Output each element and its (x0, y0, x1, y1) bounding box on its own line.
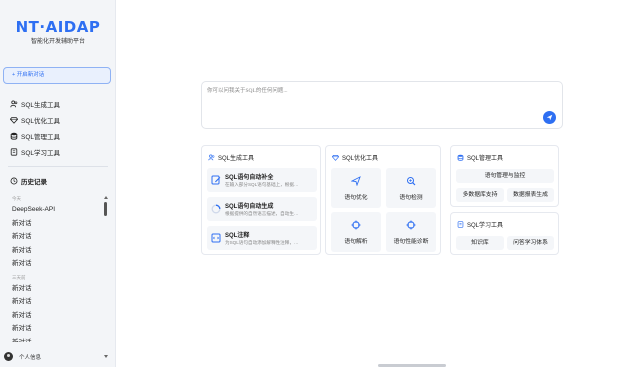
sidebar-item-label: SQL优化工具 (21, 118, 61, 125)
users-icon (10, 100, 18, 108)
edit-icon (211, 175, 221, 185)
card-title: SQL优化工具 (342, 156, 379, 162)
code-comment-icon (211, 233, 221, 243)
new-chat-button[interactable]: + 开启新对话 (3, 67, 111, 84)
profile-button[interactable]: 个人信息 (4, 352, 41, 361)
avatar (4, 352, 13, 361)
crosshair-icon (406, 220, 416, 230)
sidebar-item-sql-learn[interactable]: SQL学习工具 (10, 144, 110, 160)
send-button[interactable] (543, 111, 556, 124)
spinner-icon (211, 204, 221, 214)
history-item[interactable]: DeepSeek-API (12, 203, 102, 217)
chip-knowledge-base[interactable]: 知识库 (456, 236, 504, 250)
chip-qa-learning[interactable]: 问答学习体系 (507, 236, 554, 250)
sql-optimize-card: SQL优化工具 语句优化 语句检测 语句解析 语句性能诊断 (325, 145, 441, 255)
feature-sql-autogenerate[interactable]: SQL语句自动生成 根据提供的自然语言描述，自动生… (207, 197, 317, 221)
sql-learn-card: SQL学习工具 知识库 问答学习体系 (450, 212, 559, 255)
feature-sql-autocomplete[interactable]: SQL语句自动补全 在输入部分SQL语句基础上，根据… (207, 168, 317, 192)
chip-monitoring[interactable]: 语句管理与监控 (456, 169, 554, 183)
sql-manage-card: SQL管理工具 语句管理与监控 多数据库支持 数据报表生成 (450, 145, 559, 207)
chat-input[interactable] (207, 86, 537, 106)
tile-statement-parse[interactable]: 语句解析 (331, 212, 381, 252)
scroll-down-icon[interactable] (104, 355, 108, 358)
history-item[interactable]: 新对话 (12, 282, 102, 296)
chat-input-box (201, 81, 563, 129)
history-item[interactable]: 新对话 (12, 295, 102, 309)
history-group-three-days: 三天前 (12, 274, 26, 280)
card-header: SQL生成工具 (208, 153, 254, 162)
history-icon (10, 177, 18, 185)
users-icon (208, 154, 215, 161)
book-icon (10, 148, 18, 156)
app-subtitle: 智能化开发辅助平台 (30, 39, 85, 45)
send-icon (546, 114, 553, 121)
tile-label: 语句解析 (344, 239, 368, 245)
card-title: SQL学习工具 (467, 223, 504, 229)
history-item[interactable]: 新对话 (12, 230, 102, 244)
sidebar-item-sql-optimize[interactable]: SQL优化工具 (10, 112, 110, 128)
app-logo: NT·AIDAP (15, 18, 101, 36)
history-item[interactable]: 新对话 (12, 309, 102, 323)
sidebar-item-sql-manage[interactable]: SQL管理工具 (10, 128, 110, 144)
feature-desc: 为SQL语句自动添加解释性注释，… (225, 240, 299, 245)
profile-label: 个人信息 (19, 354, 42, 361)
scroll-up-icon[interactable] (104, 196, 108, 199)
feature-desc: 根据提供的自然语言描述，自动生… (225, 211, 299, 216)
sidebar-item-label: SQL管理工具 (21, 134, 61, 141)
crosshair-icon (351, 220, 361, 230)
history-group-today: 今天 (12, 196, 21, 201)
history-scrollbar[interactable] (104, 196, 108, 358)
feature-title: SQL语句自动生成 (225, 204, 274, 210)
tile-statement-check[interactable]: 语句检测 (386, 168, 436, 208)
history-header: 历史记录 (10, 176, 47, 186)
sidebar-item-label: SQL生成工具 (21, 102, 61, 109)
history-list: 今天 DeepSeek-API 新对话 新对话 新对话 新对话 三天前 新对话 … (12, 195, 102, 342)
gem-icon (10, 117, 18, 124)
card-header: SQL学习工具 (457, 220, 503, 229)
chip-report[interactable]: 数据报表生成 (507, 188, 554, 202)
sidebar: NT·AIDAP 智能化开发辅助平台 + 开启新对话 SQL生成工具 SQL优化… (0, 0, 116, 367)
scrollbar-thumb[interactable] (104, 202, 107, 216)
chip-multi-db[interactable]: 多数据库支持 (456, 188, 504, 202)
card-header: SQL优化工具 (332, 153, 378, 162)
tile-statement-optimize[interactable]: 语句优化 (331, 168, 381, 208)
card-title: SQL管理工具 (467, 156, 504, 162)
feature-desc: 在输入部分SQL语句基础上，根据… (225, 182, 299, 187)
book-icon (457, 221, 464, 228)
history-title: 历史记录 (21, 179, 47, 186)
card-header: SQL管理工具 (457, 153, 503, 162)
history-item[interactable]: 新对话 (12, 322, 102, 336)
history-item[interactable]: 新对话 (12, 257, 102, 271)
card-title: SQL生成工具 (218, 156, 255, 162)
history-item[interactable]: 新对话 (12, 217, 102, 231)
feature-title: SQL语句自动补全 (225, 175, 274, 181)
sidebar-item-sql-generate[interactable]: SQL生成工具 (10, 96, 110, 112)
database-icon (10, 132, 18, 140)
feature-title: SQL注释 (225, 233, 250, 239)
sidebar-divider (8, 166, 108, 167)
tool-nav: SQL生成工具 SQL优化工具 SQL管理工具 SQL学习工具 (10, 96, 110, 160)
sidebar-item-label: SQL学习工具 (21, 150, 61, 157)
sql-generate-card: SQL生成工具 SQL语句自动补全 在输入部分SQL语句基础上，根据… SQL语… (201, 145, 321, 255)
database-icon (457, 154, 464, 161)
tile-label: 语句性能诊断 (393, 239, 429, 245)
tile-statement-performance[interactable]: 语句性能诊断 (386, 212, 436, 252)
history-item[interactable]: 新对话 (12, 336, 102, 342)
tile-label: 语句优化 (344, 195, 368, 201)
feature-sql-comment[interactable]: SQL注释 为SQL语句自动添加解释性注释，… (207, 226, 317, 250)
history-item[interactable]: 新对话 (12, 244, 102, 258)
tile-label: 语句检测 (399, 195, 423, 201)
gem-icon (332, 155, 339, 161)
zoom-icon (407, 177, 416, 186)
send-icon (351, 176, 361, 186)
